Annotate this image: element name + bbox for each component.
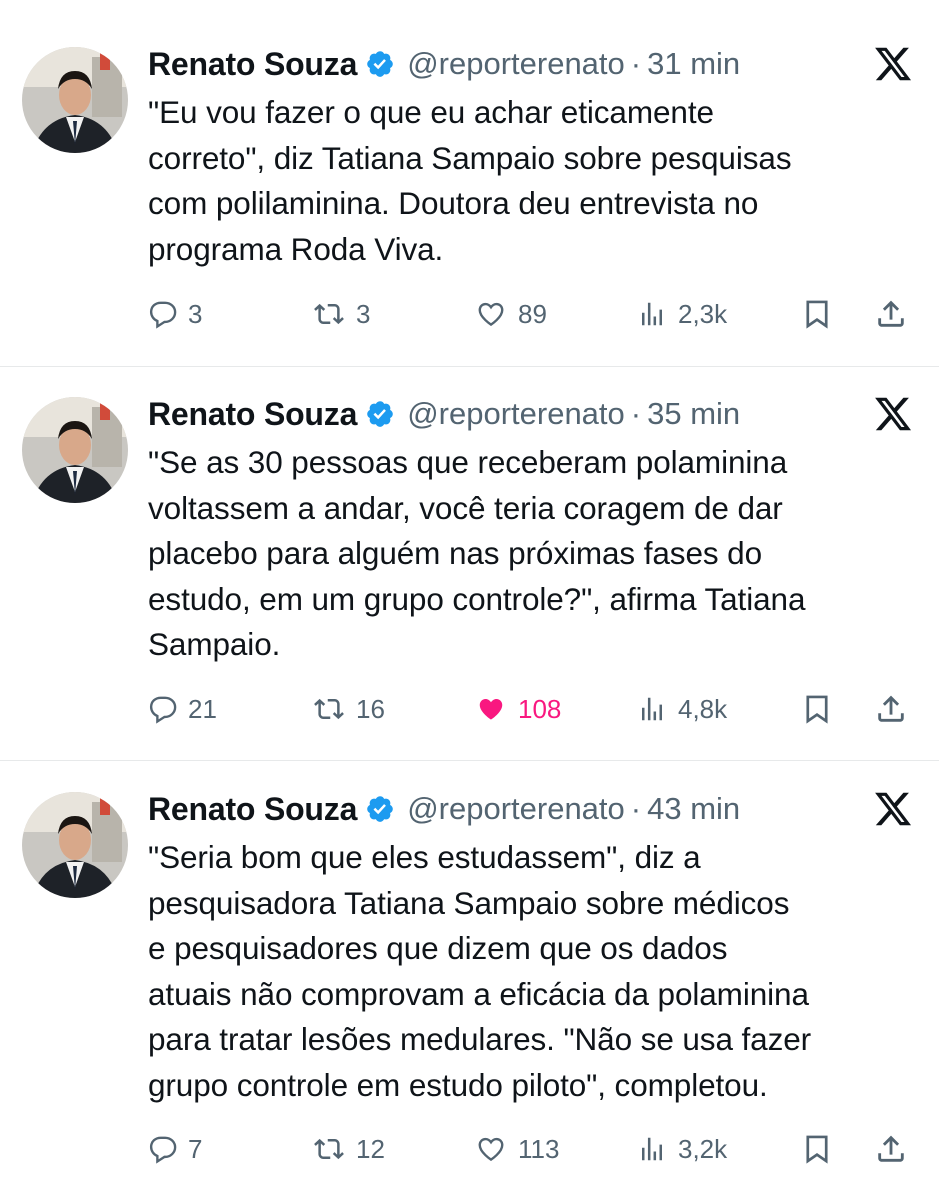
reply-icon <box>148 299 178 329</box>
tweet-3[interactable]: Renato Souza @reporterenato · 43 min "Se… <box>0 745 939 1200</box>
tweet-actions: 21 16 108 4,8k <box>148 689 918 729</box>
share-icon <box>874 1132 908 1166</box>
separator: · <box>630 791 642 826</box>
repost-icon <box>312 299 346 329</box>
share-button[interactable] <box>874 294 908 334</box>
repost-icon <box>312 694 346 724</box>
like-count: 89 <box>518 298 547 329</box>
separator: · <box>630 396 642 431</box>
reply-icon <box>148 694 178 724</box>
author-handle[interactable]: @reporterenato <box>407 791 625 827</box>
tweet-text: "Seria bom que eles estudassem", diz a p… <box>148 839 812 1103</box>
views-button[interactable]: 3,2k <box>636 1129 727 1169</box>
timestamp[interactable]: 43 min <box>647 791 740 827</box>
like-count: 108 <box>518 693 562 724</box>
reply-count: 3 <box>188 298 203 329</box>
author-handle[interactable]: @reporterenato <box>407 396 625 432</box>
bookmark-icon <box>800 297 834 331</box>
repost-count: 3 <box>356 298 371 329</box>
reply-count: 7 <box>188 1133 203 1164</box>
author-name[interactable]: Renato Souza <box>148 46 357 83</box>
author-name[interactable]: Renato Souza <box>148 396 357 433</box>
bookmark-button[interactable] <box>800 1129 834 1169</box>
like-button[interactable]: 113 <box>474 1129 559 1169</box>
avatar[interactable] <box>22 47 128 153</box>
tweet-header: Renato Souza @reporterenato · 43 min <box>148 785 740 833</box>
views-button[interactable]: 4,8k <box>636 689 727 729</box>
avatar[interactable] <box>22 792 128 898</box>
repost-icon <box>312 1134 346 1164</box>
views-icon <box>636 694 668 724</box>
timestamp[interactable]: 31 min <box>647 46 740 82</box>
views-icon <box>636 299 668 329</box>
repost-button[interactable]: 16 <box>312 689 385 729</box>
tweet-2[interactable]: Renato Souza @reporterenato · 35 min "Se… <box>0 350 939 760</box>
tweet-text: "Se as 30 pessoas que receberam polamini… <box>148 444 806 662</box>
repost-button[interactable]: 12 <box>312 1129 385 1169</box>
bookmark-icon <box>800 1132 834 1166</box>
heart-icon <box>474 1134 508 1164</box>
bookmark-icon <box>800 692 834 726</box>
x-logo-icon[interactable] <box>872 44 914 84</box>
reply-button[interactable]: 3 <box>148 294 202 334</box>
verified-badge-icon <box>365 794 395 824</box>
share-icon <box>874 692 908 726</box>
author-name[interactable]: Renato Souza <box>148 791 357 828</box>
verified-badge-icon <box>365 399 395 429</box>
view-count: 2,3k <box>678 298 728 329</box>
heart-icon <box>474 299 508 329</box>
reply-button[interactable]: 21 <box>148 689 217 729</box>
tweet-header: Renato Souza @reporterenato · 31 min <box>148 40 740 88</box>
share-button[interactable] <box>874 689 908 729</box>
views-button[interactable]: 2,3k <box>636 294 727 334</box>
tweet-actions: 3 3 89 2,3k <box>148 294 918 334</box>
like-button[interactable]: 108 <box>474 689 561 729</box>
tweet-header: Renato Souza @reporterenato · 35 min <box>148 390 740 438</box>
repost-count: 12 <box>356 1133 385 1164</box>
share-button[interactable] <box>874 1129 908 1169</box>
verified-badge-icon <box>365 49 395 79</box>
like-count: 113 <box>518 1133 560 1164</box>
tweet-actions: 7 12 113 3,2k <box>148 1129 918 1169</box>
views-icon <box>636 1134 668 1164</box>
x-logo-icon[interactable] <box>872 394 914 434</box>
bookmark-button[interactable] <box>800 689 834 729</box>
tweet-text: "Eu vou fazer o que eu achar eticamente … <box>148 94 792 267</box>
heart-icon <box>474 694 508 724</box>
like-button[interactable]: 89 <box>474 294 547 334</box>
x-logo-icon[interactable] <box>872 789 914 829</box>
reply-button[interactable]: 7 <box>148 1129 202 1169</box>
avatar[interactable] <box>22 397 128 503</box>
tweet-1[interactable]: Renato Souza @reporterenato · 31 min "Eu… <box>0 0 939 366</box>
reply-count: 21 <box>188 693 217 724</box>
separator: · <box>630 46 642 81</box>
author-handle[interactable]: @reporterenato <box>407 46 625 82</box>
repost-button[interactable]: 3 <box>312 294 370 334</box>
bookmark-button[interactable] <box>800 294 834 334</box>
timestamp[interactable]: 35 min <box>647 396 740 432</box>
view-count: 4,8k <box>678 693 728 724</box>
view-count: 3,2k <box>678 1133 728 1164</box>
repost-count: 16 <box>356 693 385 724</box>
share-icon <box>874 297 908 331</box>
reply-icon <box>148 1134 178 1164</box>
